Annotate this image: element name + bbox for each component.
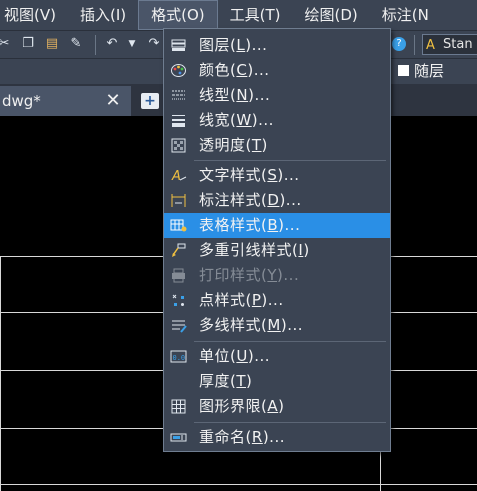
text-style-icon: A <box>426 38 435 53</box>
menu-item-multiline-style[interactable]: 多线样式(M)... <box>164 313 390 338</box>
text-style-icon: A <box>171 169 187 184</box>
transparency-icon <box>171 138 186 153</box>
toolbar-separator <box>95 35 96 55</box>
toolbar-separator <box>414 35 415 55</box>
menu-item-color[interactable]: 颜色(C)... <box>164 58 390 83</box>
menu-item-multileader-style[interactable]: 多重引线样式(I) <box>164 238 390 263</box>
bylayer-color-swatch <box>398 65 409 76</box>
plot-style-icon <box>172 268 185 283</box>
menu-view[interactable]: 视图(V) <box>0 0 68 30</box>
menu-bar: 视图(V) 插入(I) 格式(O) 工具(T) 绘图(D) 标注(N <box>0 0 477 30</box>
menu-item-layer[interactable]: 图层(L)... <box>164 33 390 58</box>
cut-icon[interactable]: ✂ <box>0 36 12 52</box>
menu-dimension[interactable]: 标注(N <box>370 0 441 30</box>
svg-text:A: A <box>171 169 181 184</box>
table-border-left <box>0 256 1 491</box>
linetype-icon <box>172 90 185 100</box>
close-icon[interactable]: ✕ <box>104 86 122 116</box>
menu-item-drawing-limits[interactable]: 图形界限(A) <box>164 394 390 419</box>
color-palette-icon <box>171 64 186 77</box>
layers-icon <box>171 39 186 51</box>
paste-icon[interactable]: ▤ <box>44 36 60 52</box>
redo-icon[interactable]: ↷ <box>146 36 162 52</box>
menu-draw[interactable]: 绘图(D) <box>293 0 370 30</box>
help-icon[interactable]: ? <box>392 37 406 51</box>
copy-icon[interactable]: ❐ <box>20 36 36 52</box>
rename-icon <box>170 433 187 442</box>
format-menu-dropdown: 图层(L)... 颜色(C)... 线型(N)... 线宽(W)... 透明度(… <box>163 28 391 452</box>
linetype-combo-value[interactable]: 随层 <box>414 62 444 80</box>
menu-separator <box>194 160 386 161</box>
menu-item-dimension-style[interactable]: 标注样式(D)... <box>164 188 390 213</box>
menu-item-table-style[interactable]: 表格样式(B)... <box>164 213 390 238</box>
menu-item-lineweight[interactable]: 线宽(W)... <box>164 108 390 133</box>
lineweight-icon <box>172 115 185 127</box>
new-tab-icon[interactable]: + <box>141 93 159 109</box>
menu-separator <box>194 341 386 342</box>
undo-dropdown-icon[interactable]: ▼ <box>124 36 140 52</box>
match-properties-icon[interactable]: ✎ <box>68 36 84 52</box>
menu-tools[interactable]: 工具(T) <box>218 0 293 30</box>
menu-item-units[interactable]: 0.0 单位(U)... <box>164 344 390 369</box>
text-style-combo[interactable]: A Stan <box>422 34 477 55</box>
multiline-style-icon <box>172 320 187 333</box>
multileader-style-icon <box>172 243 186 257</box>
menu-item-transparency[interactable]: 透明度(T) <box>164 133 390 158</box>
menu-item-thickness[interactable]: 厚度(T) <box>164 369 390 394</box>
menu-item-rename[interactable]: 重命名(R)... <box>164 425 390 450</box>
dimension-style-icon <box>171 194 186 207</box>
menu-format[interactable]: 格式(O) <box>138 0 218 30</box>
svg-text:0.0: 0.0 <box>173 354 186 362</box>
units-icon: 0.0 <box>170 350 187 363</box>
menu-item-linetype[interactable]: 线型(N)... <box>164 83 390 108</box>
menu-item-plot-style[interactable]: 打印样式(Y)... <box>164 263 390 288</box>
menu-item-point-style[interactable]: 点样式(P)... <box>164 288 390 313</box>
undo-icon[interactable]: ↶ <box>104 36 120 52</box>
drawing-limits-icon <box>171 399 186 414</box>
menu-item-text-style[interactable]: A 文字样式(S)... <box>164 163 390 188</box>
text-style-value: Stan <box>443 37 473 52</box>
menu-separator <box>194 422 386 423</box>
table-style-icon <box>170 219 187 232</box>
document-tab-label: dwg* <box>2 92 41 110</box>
table-line <box>0 484 477 485</box>
document-tab[interactable]: dwg* ✕ <box>0 86 131 116</box>
menu-insert[interactable]: 插入(I) <box>68 0 138 30</box>
point-style-icon <box>172 294 184 306</box>
